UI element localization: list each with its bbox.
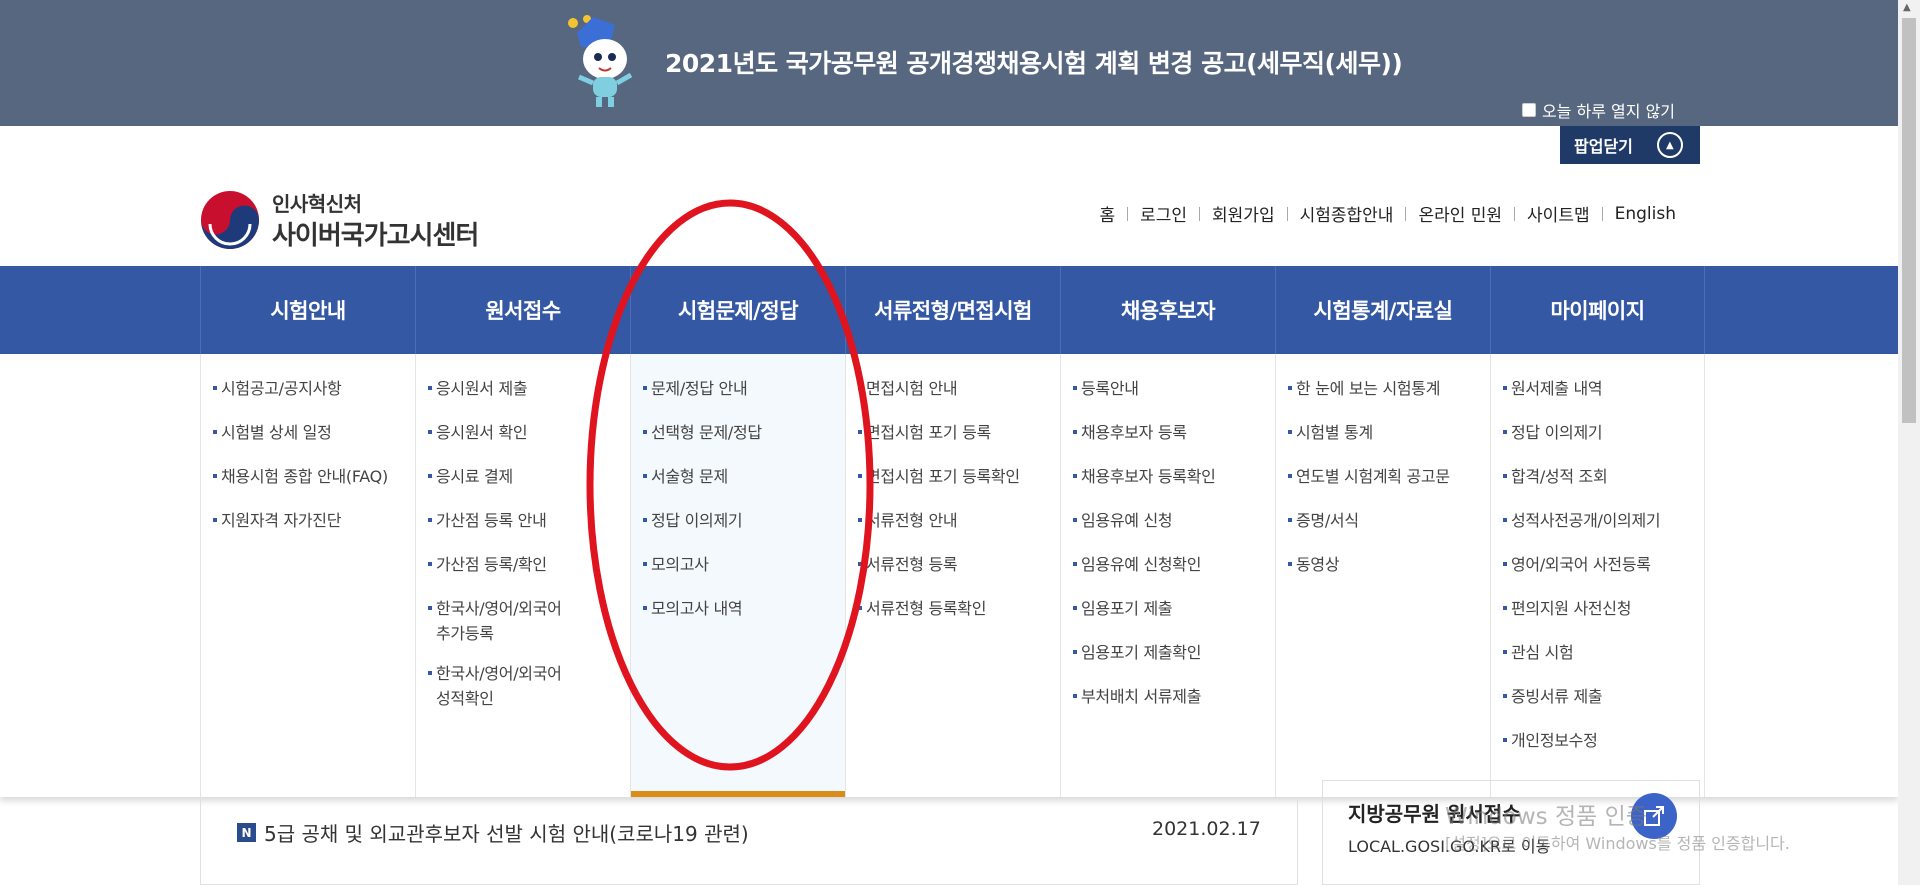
popup-close-label: 팝업닫기	[1574, 137, 1633, 156]
popup-title[interactable]: 2021년도 국가공무원 공개경쟁채용시험 계획 변경 공고(세무직(세무))	[665, 44, 1403, 80]
submenu-item[interactable]: 증빙서류 제출	[1503, 684, 1704, 709]
checkbox-icon[interactable]	[1522, 103, 1536, 117]
submenu-mypage: 원서제출 내역 정답 이의제기 합격/성적 조회 성적사전공개/이의제기 영어/…	[1490, 354, 1705, 797]
gnb-documents-interview[interactable]: 서류전형/면접시험	[845, 266, 1060, 354]
submenu-item[interactable]: 시험별 상세 일정	[213, 420, 415, 445]
submenu-item[interactable]: 응시원서 확인	[428, 420, 630, 445]
logo-text: 인사혁신처 사이버국가고시센터	[272, 188, 479, 252]
submenu-item[interactable]: 편의지원 사전신청	[1503, 596, 1704, 621]
submenu-item[interactable]: 연도별 시험계획 공고문	[1288, 464, 1490, 489]
submenu-item[interactable]: 영어/외국어 사전등록	[1503, 552, 1704, 577]
submenu-item[interactable]: 합격/성적 조회	[1503, 464, 1704, 489]
submenu-item[interactable]: 한국사/영어/외국어 성적확인	[428, 661, 578, 711]
utility-nav: 홈 로그인 회원가입 시험종합안내 온라인 민원 사이트맵 English	[1087, 201, 1688, 227]
scroll-up-icon[interactable]: ▲	[1903, 2, 1911, 13]
site-name: 사이버국가고시센터	[272, 221, 479, 251]
submenu-item[interactable]: 임용유예 신청확인	[1073, 552, 1275, 577]
site-logo[interactable]: 인사혁신처 사이버국가고시센터	[200, 188, 479, 252]
submenu-item[interactable]: 모의고사 내역	[643, 596, 845, 621]
submenu-item[interactable]: 한 눈에 보는 시험통계	[1288, 376, 1490, 401]
submenu-item[interactable]: 동영상	[1288, 552, 1490, 577]
util-login[interactable]: 로그인	[1128, 201, 1199, 226]
submenu-item[interactable]: 등록안내	[1073, 376, 1275, 401]
gnb-exam-info[interactable]: 시험안내	[200, 266, 415, 354]
submenu-item[interactable]: 임용포기 제출	[1073, 596, 1275, 621]
notice-date: 2021.02.17	[1152, 818, 1261, 840]
submenu-application: 응시원서 제출 응시원서 확인 응시료 결제 가산점 등록 안내 가산점 등록/…	[415, 354, 630, 797]
submenu-item[interactable]: 성적사전공개/이의제기	[1503, 508, 1704, 533]
submenu-item[interactable]: 부처배치 서류제출	[1073, 684, 1275, 709]
submenu-item[interactable]: 채용후보자 등록	[1073, 420, 1275, 445]
notice-title[interactable]: 5급 공채 및 외교관후보자 선발 시험 안내(코로나19 관련)	[264, 818, 749, 847]
util-english[interactable]: English	[1603, 204, 1688, 224]
util-exam-guide[interactable]: 시험종합안내	[1288, 201, 1406, 226]
mascot-icon	[568, 15, 633, 107]
submenu-item[interactable]: 정답 이의제기	[643, 508, 845, 533]
gnb-candidates[interactable]: 채용후보자	[1060, 266, 1275, 354]
dont-show-today-checkbox[interactable]: 오늘 하루 열지 않기	[1522, 98, 1675, 122]
gnb-mypage[interactable]: 마이페이지	[1490, 266, 1705, 354]
util-signup[interactable]: 회원가입	[1200, 201, 1287, 226]
submenu-item[interactable]: 증명/서식	[1288, 508, 1490, 533]
submenu-item[interactable]: 관심 시험	[1503, 640, 1704, 665]
chevron-up-icon: ▲	[1656, 132, 1683, 158]
submenu-item[interactable]: 정답 이의제기	[1503, 420, 1704, 445]
gnb-questions-answers[interactable]: 시험문제/정답	[630, 266, 845, 354]
submenu-item[interactable]: 가산점 등록/확인	[428, 552, 630, 577]
submenu-documents-interview: 면접시험 안내 면접시험 포기 등록 면접시험 포기 등록확인 서류전형 안내 …	[845, 354, 1060, 797]
windows-watermark-text: [설정]으로 이동하여 Windows를 정품 인증합니다.	[1445, 834, 1790, 853]
submenu-item[interactable]: 선택형 문제/정답	[643, 420, 845, 445]
util-online-civil[interactable]: 온라인 민원	[1406, 201, 1514, 226]
scrollbar-thumb[interactable]	[1902, 18, 1916, 423]
gnb-statistics[interactable]: 시험통계/자료실	[1275, 266, 1490, 354]
submenu-item[interactable]: 서류전형 등록확인	[858, 596, 1060, 621]
util-sitemap[interactable]: 사이트맵	[1515, 201, 1602, 226]
popup-close-button[interactable]: 팝업닫기 ▲	[1560, 126, 1700, 164]
submenu-item[interactable]: 모의고사	[643, 552, 845, 577]
submenu-item[interactable]: 면접시험 안내	[858, 376, 1060, 401]
org-name: 인사혁신처	[272, 192, 362, 216]
windows-watermark-title: Windows 정품 인증	[1445, 804, 1647, 830]
submenu-exam-info: 시험공고/공지사항 시험별 상세 일정 채용시험 종합 안내(FAQ) 지원자격…	[200, 354, 415, 797]
submenu-item[interactable]: 면접시험 포기 등록확인	[858, 464, 1060, 489]
submenu-item[interactable]: 서류전형 안내	[858, 508, 1060, 533]
main-nav: 시험안내 원서접수 시험문제/정답 서류전형/면접시험 채용후보자 시험통계/자…	[0, 266, 1898, 354]
submenu-item[interactable]: 가산점 등록 안내	[428, 508, 630, 533]
dont-show-today-label[interactable]: 오늘 하루 열지 않기	[1542, 98, 1675, 122]
submenu-item[interactable]: 서류전형 등록	[858, 552, 1060, 577]
submenu-item[interactable]: 문제/정답 안내	[643, 376, 845, 401]
taegeuk-emblem-icon	[201, 191, 259, 249]
submenu-item[interactable]: 서술형 문제	[643, 464, 845, 489]
popup-banner: 2021년도 국가공무원 공개경쟁채용시험 계획 변경 공고(세무직(세무)) …	[0, 0, 1898, 126]
submenu-item[interactable]: 채용시험 종합 안내(FAQ)	[213, 464, 415, 489]
submenu-item[interactable]: 원서제출 내역	[1503, 376, 1704, 401]
submenu-candidates: 등록안내 채용후보자 등록 채용후보자 등록확인 임용유예 신청 임용유예 신청…	[1060, 354, 1275, 797]
submenu-item[interactable]: 지원자격 자가진단	[213, 508, 415, 533]
util-home[interactable]: 홈	[1087, 201, 1127, 226]
notice-row[interactable]: N 5급 공채 및 외교관후보자 선발 시험 안내(코로나19 관련)	[237, 818, 749, 847]
submenu-statistics: 한 눈에 보는 시험통계 시험별 통계 연도별 시험계획 공고문 증명/서식 동…	[1275, 354, 1490, 797]
submenu-item[interactable]: 채용후보자 등록확인	[1073, 464, 1275, 489]
submenu-item[interactable]: 응시료 결제	[428, 464, 630, 489]
gnb-application[interactable]: 원서접수	[415, 266, 630, 354]
mega-menu: 시험공고/공지사항 시험별 상세 일정 채용시험 종합 안내(FAQ) 지원자격…	[0, 354, 1898, 797]
submenu-item[interactable]: 한국사/영어/외국어 추가등록	[428, 596, 578, 646]
submenu-item[interactable]: 응시원서 제출	[428, 376, 630, 401]
submenu-item[interactable]: 임용유예 신청	[1073, 508, 1275, 533]
submenu-item[interactable]: 개인정보수정	[1503, 728, 1704, 753]
submenu-item[interactable]: 시험공고/공지사항	[213, 376, 415, 401]
submenu-questions-answers: 문제/정답 안내 선택형 문제/정답 서술형 문제 정답 이의제기 모의고사 모…	[630, 354, 845, 797]
submenu-item[interactable]: 시험별 통계	[1288, 420, 1490, 445]
new-badge: N	[237, 823, 256, 842]
submenu-item[interactable]: 면접시험 포기 등록	[858, 420, 1060, 445]
submenu-item[interactable]: 임용포기 제출확인	[1073, 640, 1275, 665]
